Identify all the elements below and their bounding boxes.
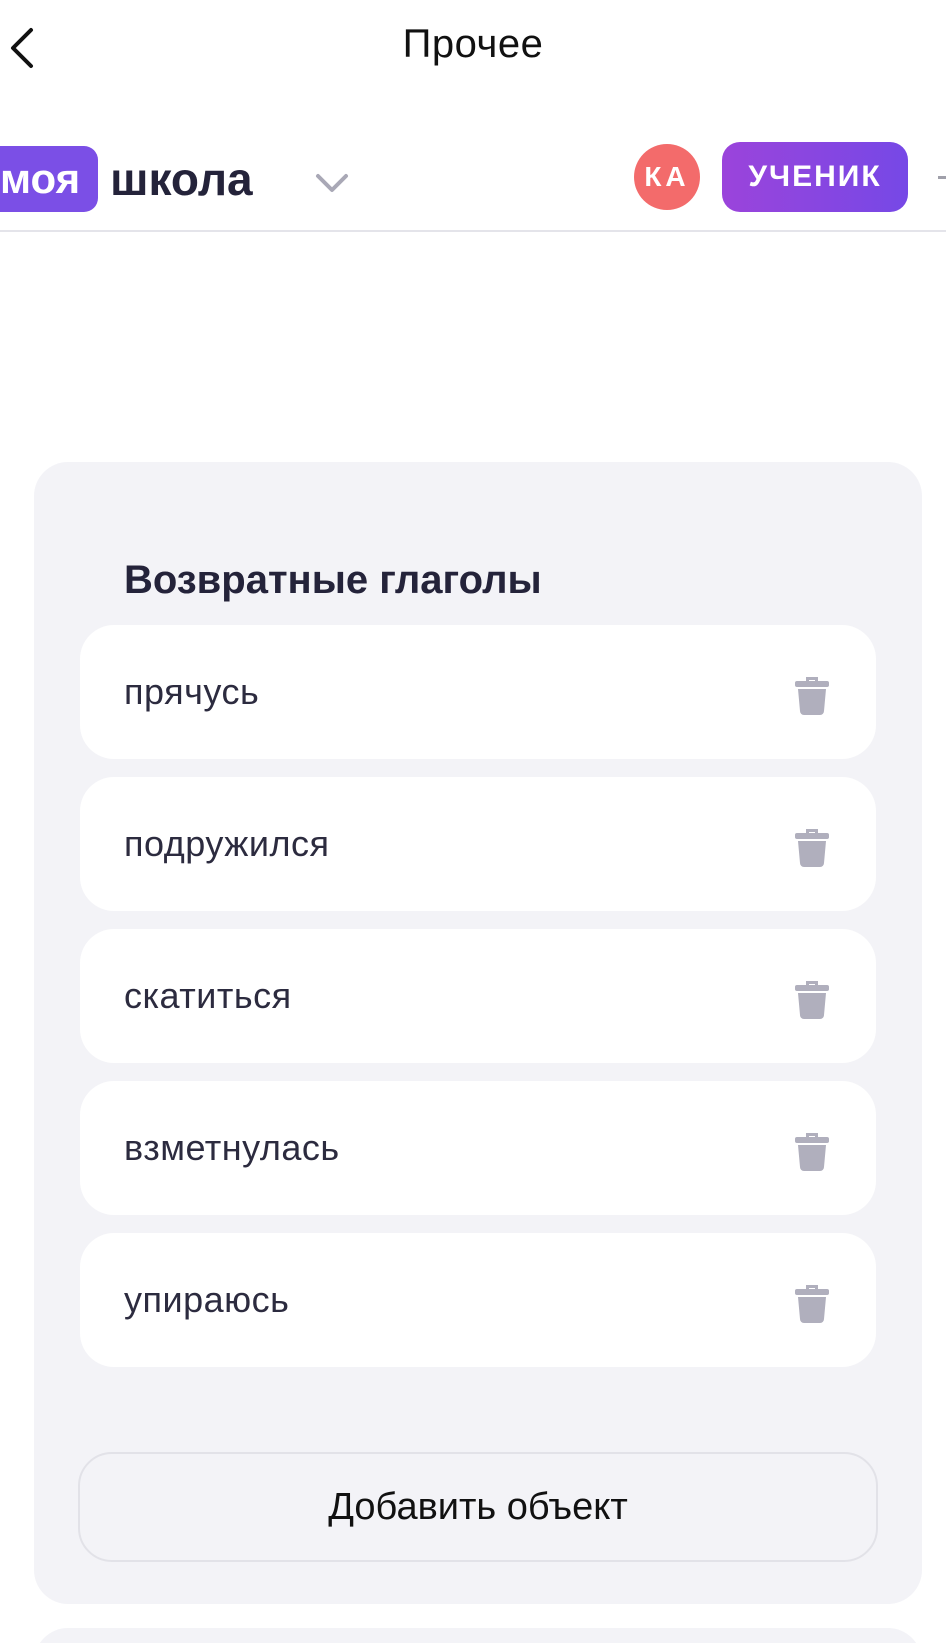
role-badge[interactable]: УЧЕНИК bbox=[722, 142, 908, 212]
app-screen: Прочее моя школа КА УЧЕНИК Возвратные гл… bbox=[0, 0, 946, 1643]
avatar[interactable]: КА bbox=[634, 144, 700, 210]
add-object-button[interactable]: Добавить объект bbox=[78, 1452, 878, 1562]
trash-icon bbox=[795, 677, 829, 715]
logo-word: школа bbox=[110, 153, 253, 205]
school-logo[interactable]: моя школа bbox=[0, 144, 253, 214]
logo-badge: моя bbox=[0, 146, 99, 212]
item-label: взметнулась bbox=[124, 1127, 340, 1168]
item-label: прячусь bbox=[124, 671, 260, 712]
item-label: упираюсь bbox=[124, 1279, 290, 1320]
delete-button[interactable] bbox=[792, 823, 836, 867]
trash-icon bbox=[795, 981, 829, 1019]
trash-icon bbox=[795, 1285, 829, 1323]
list-item[interactable]: прячусь bbox=[80, 625, 876, 759]
list-item[interactable]: скатиться bbox=[80, 929, 876, 1063]
chevron-down-icon[interactable] bbox=[312, 168, 352, 198]
card-title: Возвратные глаголы bbox=[124, 558, 542, 602]
verbs-card: Возвратные глаголы прячусь подружился ск… bbox=[34, 462, 922, 1604]
trash-icon bbox=[795, 1133, 829, 1171]
overflow-indicator bbox=[938, 176, 946, 179]
item-label: скатиться bbox=[124, 975, 292, 1016]
trash-icon bbox=[795, 829, 829, 867]
delete-button[interactable] bbox=[792, 671, 836, 715]
school-header: моя школа КА УЧЕНИК bbox=[0, 128, 946, 232]
delete-button[interactable] bbox=[792, 1279, 836, 1323]
nav-bar: Прочее bbox=[0, 0, 946, 100]
delete-button[interactable] bbox=[792, 1127, 836, 1171]
item-label: подружился bbox=[124, 823, 330, 864]
list-item[interactable]: взметнулась bbox=[80, 1081, 876, 1215]
delete-button[interactable] bbox=[792, 975, 836, 1019]
list-item[interactable]: подружился bbox=[80, 777, 876, 911]
next-card bbox=[34, 1628, 922, 1643]
list-item[interactable]: упираюсь bbox=[80, 1233, 876, 1367]
page-title: Прочее bbox=[402, 22, 544, 66]
